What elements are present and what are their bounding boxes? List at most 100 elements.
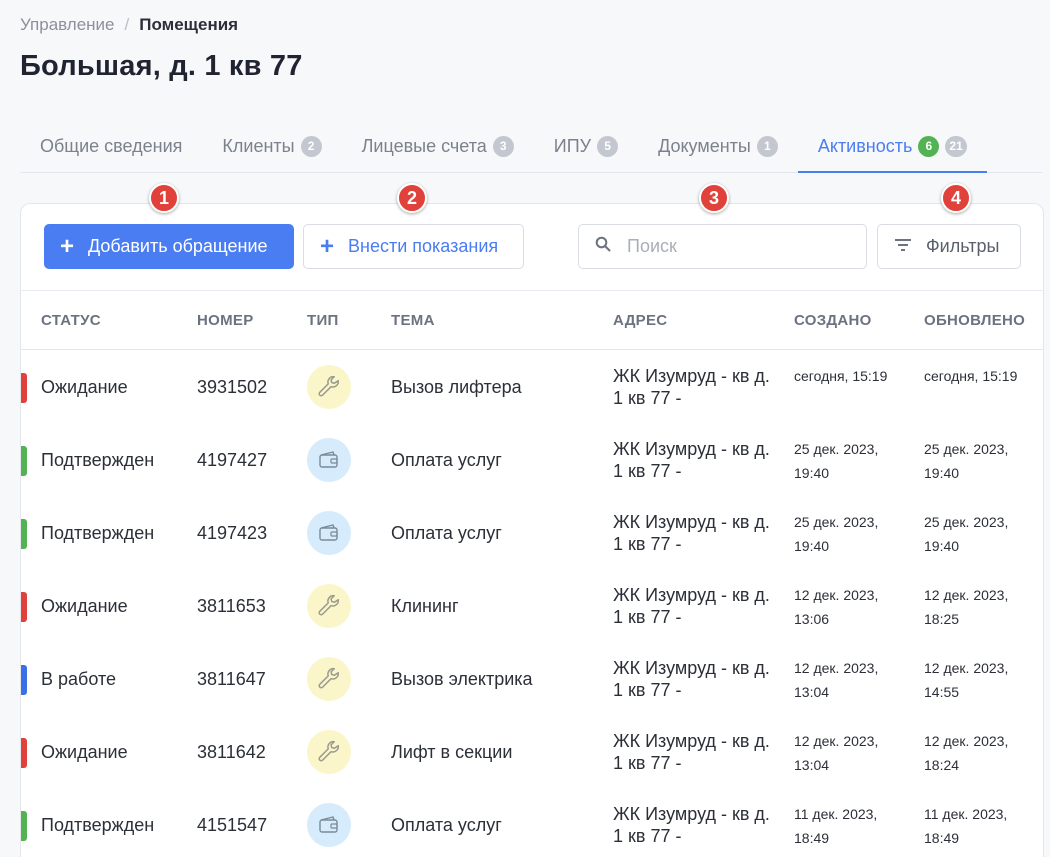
cell-address: ЖК Изумруд - кв д. 1 кв 77 - [613, 658, 770, 700]
cell-created: 12 дек. 2023, 13:04 [794, 660, 879, 700]
status-stripe [21, 811, 27, 841]
breadcrumb-parent[interactable]: Управление [20, 15, 115, 35]
table-row[interactable]: Подтвержден 4197423 Оплата услуг ЖК Изумруд… [21, 497, 1043, 570]
cell-created: 25 дек. 2023, 19:40 [794, 441, 879, 481]
tab-count-badge: 3 [492, 135, 514, 157]
cell-address: ЖК Изумруд - кв д. 1 кв 77 - [613, 804, 770, 846]
cell-created: 12 дек. 2023, 13:04 [794, 733, 879, 773]
cell-number: 4151547 [197, 815, 268, 835]
wallet-icon [307, 511, 351, 555]
tab-4[interactable]: Документы 1 [638, 120, 798, 172]
cell-topic: Оплата услуг [391, 815, 502, 835]
breadcrumb-current: Помещения [139, 15, 239, 34]
status-stripe [21, 592, 27, 622]
cell-status: Подтвержден [41, 815, 155, 835]
cell-number: 3931502 [197, 377, 268, 397]
tab-count-badge: 1 [756, 135, 778, 157]
cell-created: 25 дек. 2023, 19:40 [794, 514, 879, 554]
header-status[interactable]: СТАТУС [41, 291, 101, 350]
cell-updated: 11 дек. 2023, 18:49 [924, 806, 1008, 846]
page-title: Большая, д. 1 кв 77 [20, 50, 303, 82]
table-row[interactable]: Ожидание 3931502 Вызов лифтера ЖК Изумруд -… [21, 351, 1043, 424]
header-topic[interactable]: ТЕМА [391, 291, 435, 350]
cell-updated: 12 дек. 2023, 14:55 [924, 660, 1009, 700]
callout-marker-2: 2 [397, 183, 427, 213]
cell-address: ЖК Изумруд - кв д. 1 кв 77 - [613, 366, 770, 408]
tab-count-badge: 2 [300, 135, 322, 157]
tab-0[interactable]: Общие сведения [20, 120, 202, 172]
cell-updated: 12 дек. 2023, 18:25 [924, 587, 1009, 627]
submit-readings-label: Внести показания [348, 236, 499, 256]
header-updated[interactable]: ОБНОВЛЕНО [924, 291, 1025, 350]
header-type[interactable]: ТИП [307, 291, 339, 350]
search-box [578, 224, 867, 269]
cell-topic: Лифт в секции [391, 742, 513, 762]
header-created[interactable]: СОЗДАНО [794, 291, 872, 350]
callout-marker-4: 4 [941, 183, 971, 213]
table-row[interactable]: В работе 3811647 Вызов электрика ЖК Изумруд… [21, 643, 1043, 716]
table-header: СТАТУС НОМЕР ТИП ТЕМА АДРЕС СОЗДАНО ОБНО… [21, 291, 1043, 350]
wallet-icon [307, 803, 351, 847]
tab-label: Общие сведения [40, 135, 183, 156]
cell-address: ЖК Изумруд - кв д. 1 кв 77 - [613, 512, 770, 554]
tab-count-badge: 21 [945, 135, 967, 157]
add-request-button[interactable]: + Добавить обращение [44, 224, 294, 269]
cell-updated: 25 дек. 2023, 19:40 [924, 441, 1009, 481]
tab-label: Клиенты [222, 135, 295, 156]
tab-label: Активность [817, 135, 913, 156]
submit-readings-button[interactable]: + Внести показания [303, 224, 524, 269]
wallet-icon [307, 438, 351, 482]
cell-topic: Оплата услуг [391, 523, 502, 543]
wrench-icon [307, 365, 351, 409]
status-stripe [21, 373, 27, 403]
plus-icon: + [60, 232, 75, 260]
cell-updated: 12 дек. 2023, 18:24 [924, 733, 1009, 773]
cell-topic: Вызов лифтера [391, 377, 522, 397]
tab-label: Лицевые счета [361, 135, 487, 156]
cell-address: ЖК Изумруд - кв д. 1 кв 77 - [613, 585, 770, 627]
add-request-label: Добавить обращение [88, 236, 268, 256]
cell-updated: 25 дек. 2023, 19:40 [924, 514, 1009, 554]
tab-count-badge: 5 [597, 135, 619, 157]
cell-address: ЖК Изумруд - кв д. 1 кв 77 - [613, 439, 770, 481]
cell-number: 3811647 [197, 669, 266, 689]
status-stripe [21, 738, 27, 768]
status-stripe [21, 519, 27, 549]
cell-created: сегодня, 15:19 [794, 368, 888, 384]
cell-status: В работе [41, 669, 117, 689]
table-row[interactable]: Ожидание 3811642 Лифт в секции ЖК Изумруд -… [21, 716, 1043, 789]
callout-marker-3: 3 [699, 183, 729, 213]
header-address[interactable]: АДРЕС [613, 291, 667, 350]
tab-5[interactable]: Активность 6 21 [797, 120, 987, 173]
tab-count-badge: 6 [918, 135, 940, 157]
table-row[interactable]: Подтвержден 4197427 Оплата услуг ЖК Изумруд… [21, 424, 1043, 497]
wrench-icon [307, 584, 351, 628]
wrench-icon [307, 657, 351, 701]
wrench-icon [307, 730, 351, 774]
breadcrumb: Управление / Помещения [20, 15, 238, 35]
table-row[interactable]: Подтвержден 4151547 Оплата услуг ЖК Изумруд… [21, 789, 1043, 857]
plus-icon: + [320, 232, 335, 260]
toolbar: + Добавить обращение + Внести показания … [21, 204, 1043, 291]
cell-status: Ожидание [41, 742, 128, 762]
cell-number: 4197427 [197, 450, 268, 470]
breadcrumb-separator: / [124, 15, 130, 34]
tab-2[interactable]: Лицевые счета 3 [342, 120, 534, 172]
cell-created: 11 дек. 2023, 18:49 [794, 806, 878, 846]
tab-3[interactable]: ИПУ 5 [534, 120, 638, 172]
tabs-bar: Общие сведения Клиенты 2 Лицевые счета 3 ИПУ 5… [20, 120, 1042, 173]
filter-icon [894, 236, 912, 257]
cell-status: Подтвержден [41, 523, 155, 543]
search-input[interactable] [627, 236, 847, 257]
table-row[interactable]: Ожидание 3811653 Клининг ЖК Изумруд - кв д.… [21, 570, 1043, 643]
tab-1[interactable]: Клиенты 2 [202, 120, 341, 172]
tab-label: ИПУ [553, 135, 592, 156]
cell-topic: Оплата услуг [391, 450, 502, 470]
cell-number: 3811653 [197, 596, 266, 616]
filters-button[interactable]: Фильтры [877, 224, 1021, 269]
cell-address: ЖК Изумруд - кв д. 1 кв 77 - [613, 731, 770, 773]
cell-updated: сегодня, 15:19 [924, 368, 1018, 384]
header-number[interactable]: НОМЕР [197, 291, 254, 350]
cell-status: Подтвержден [41, 450, 155, 470]
cell-status: Ожидание [41, 377, 128, 397]
